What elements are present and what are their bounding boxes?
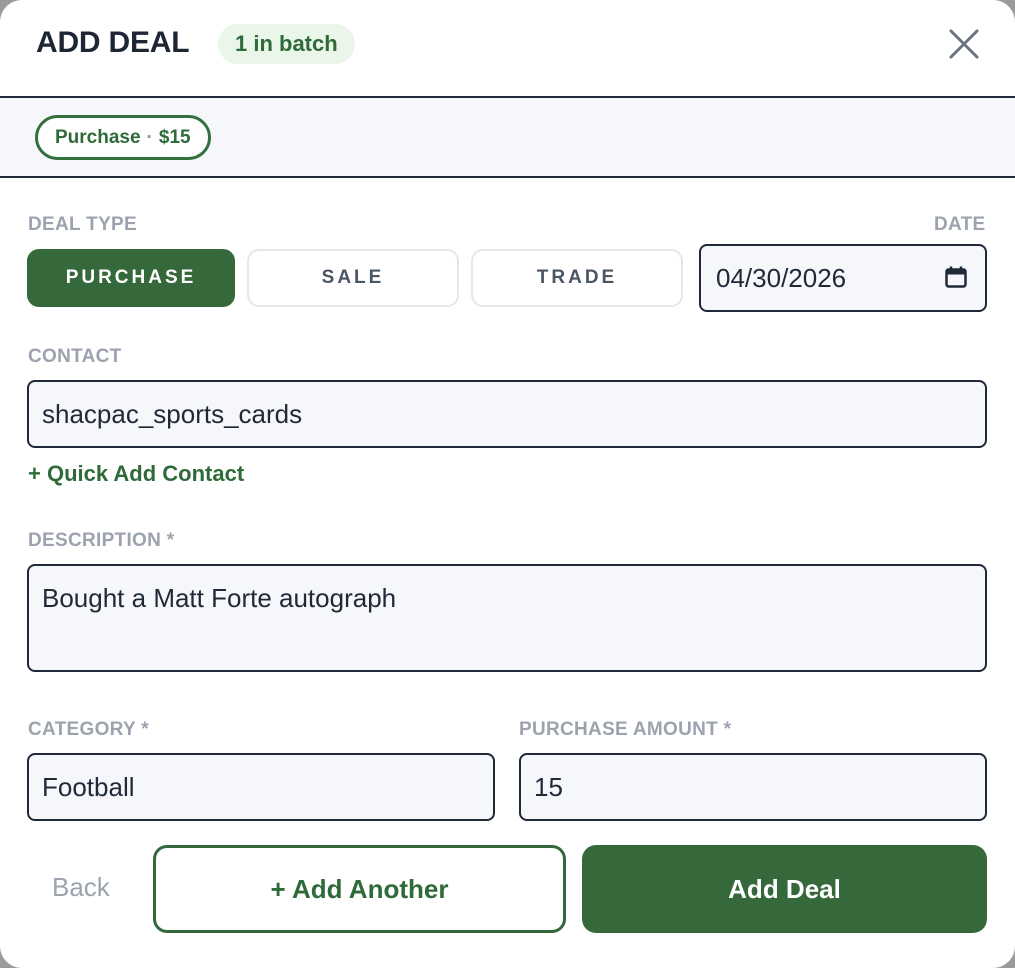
deal-type-label: DEAL TYPE [28,214,137,235]
purchase-amount-label: PURCHASE AMOUNT * [519,719,732,740]
description-textarea[interactable]: Bought a Matt Forte autograph [27,564,987,672]
batch-count-badge: 1 in batch [218,24,355,64]
close-button[interactable] [944,24,984,64]
category-label: CATEGORY * [28,719,149,740]
batch-strip: Purchase · $15 [0,96,1015,178]
deal-type-trade-button[interactable]: TRADE [471,249,683,307]
deal-type-purchase-button[interactable]: PURCHASE [27,249,235,307]
description-label: DESCRIPTION * [28,530,175,551]
close-icon [949,29,979,59]
contact-input[interactable]: shacpac_sports_cards [27,380,987,448]
chip-amount: $15 [158,127,191,148]
modal-title: ADD DEAL [36,26,190,59]
category-input[interactable]: Football [27,753,495,821]
category-value: Football [42,772,135,802]
contact-label: CONTACT [28,346,122,367]
calendar-icon[interactable] [945,266,967,288]
contact-value: shacpac_sports_cards [42,399,303,429]
chip-separator: · [146,127,153,148]
date-value: 04/30/2026 [716,263,847,293]
back-button[interactable]: Back [52,872,110,903]
batch-deal-chip[interactable]: Purchase · $15 [35,115,211,160]
add-deal-modal: ADD DEAL 1 in batch Purchase · $15 DEAL TY… [0,0,1015,968]
add-another-button[interactable]: + Add Another [153,845,566,933]
description-value: Bought a Matt Forte autograph [42,583,397,613]
deal-type-sale-button[interactable]: SALE [247,249,459,307]
add-deal-button[interactable]: Add Deal [582,845,987,933]
date-label: DATE [934,214,986,235]
purchase-amount-value: 15 [534,772,563,802]
purchase-amount-input[interactable]: 15 [519,753,987,821]
quick-add-contact-link[interactable]: + Quick Add Contact [28,461,244,487]
date-input[interactable]: 04/30/2026 [699,244,987,312]
chip-type: Purchase [55,127,141,148]
modal-header: ADD DEAL 1 in batch [0,0,1015,96]
